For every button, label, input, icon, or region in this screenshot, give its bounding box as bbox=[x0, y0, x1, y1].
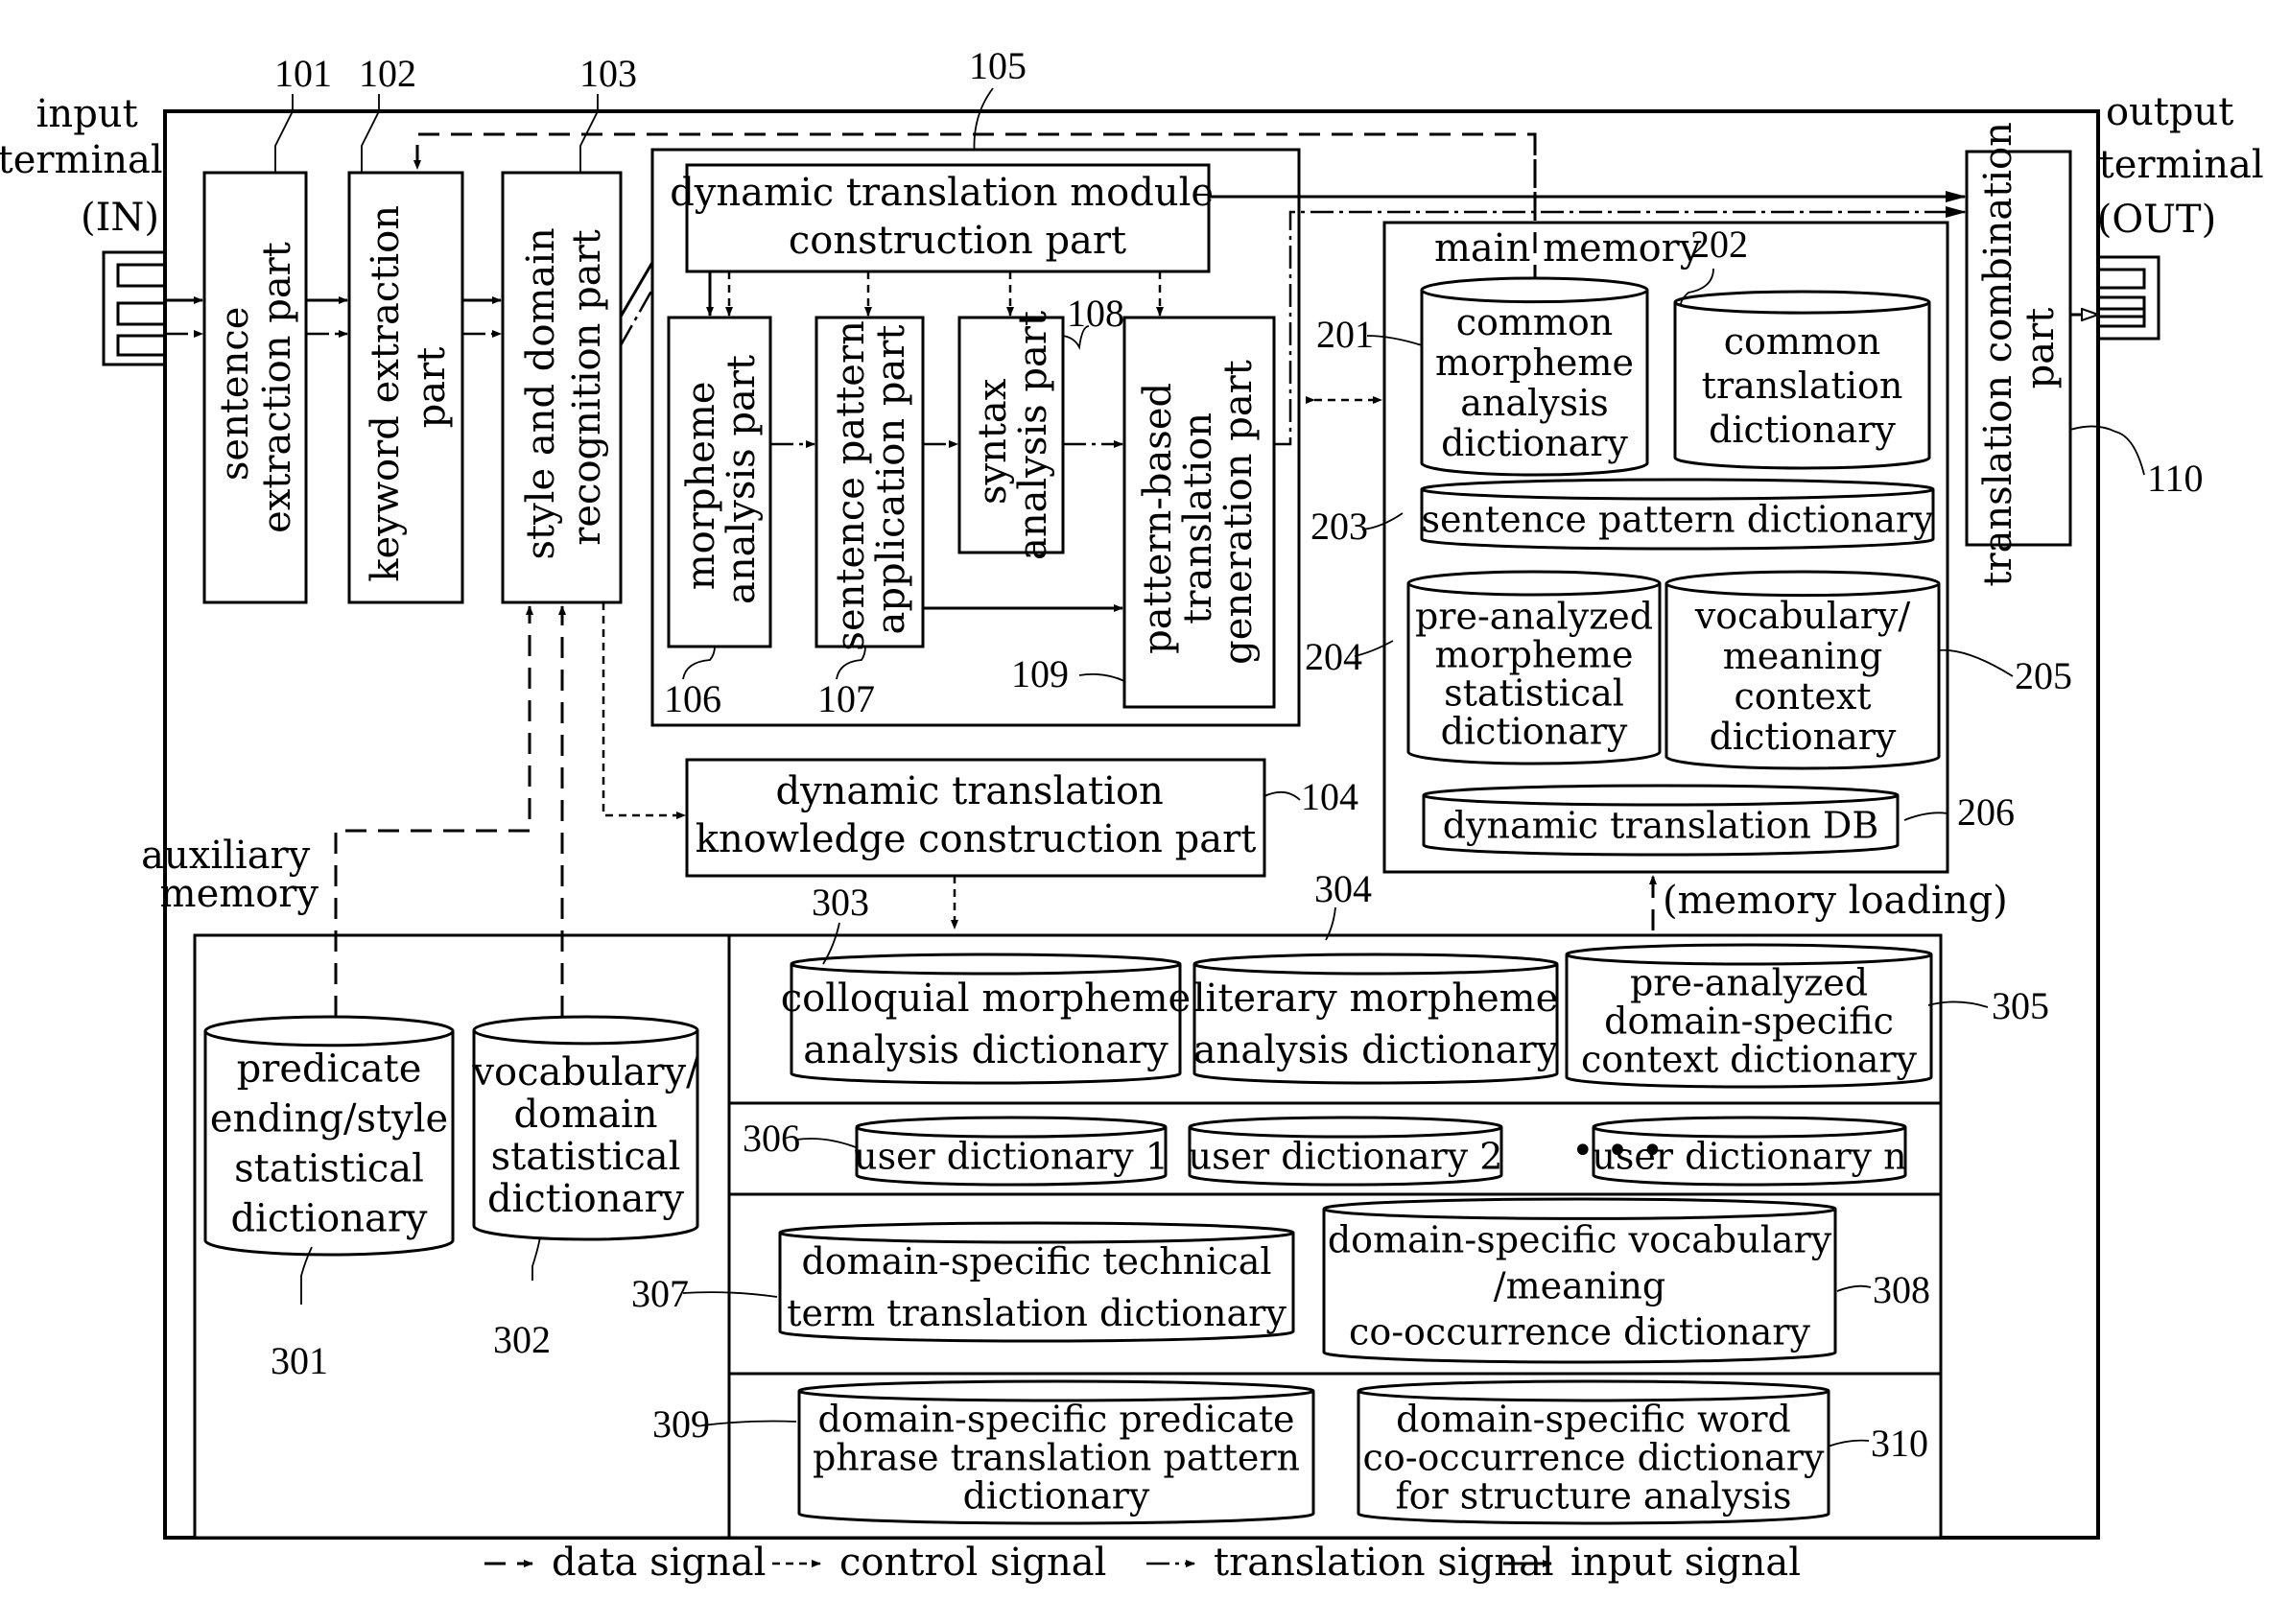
ref-202: 202 bbox=[1690, 223, 1748, 266]
svg-text:morpheme analysis part: morpheme analysis part bbox=[679, 355, 764, 604]
legend-label: control signal bbox=[839, 1541, 1106, 1585]
legend-label: translation signal bbox=[1214, 1541, 1554, 1585]
predicate-ending-style-statistical-dictionary: predicate ending/style statistical dictiona… bbox=[203, 1015, 455, 1257]
ref-302: 302 bbox=[493, 1318, 551, 1361]
ref-203: 203 bbox=[1310, 505, 1368, 548]
ref-105: 105 bbox=[969, 44, 1027, 87]
morpheme-analysis-part: morpheme analysis part bbox=[667, 316, 772, 648]
domain-specific-technical-term-translation-dictionary: domain-specific technical term translatio… bbox=[778, 1221, 1295, 1343]
pre-analyzed-domain-specific-context-dictionary: pre-analyzed domain-specific context dicti… bbox=[1565, 943, 1933, 1089]
sentence-pattern-dictionary-label: sentence pattern dictionary bbox=[1421, 498, 1934, 540]
ref-303: 303 bbox=[812, 881, 869, 924]
memory-loading-label: (memory loading) bbox=[1663, 879, 2008, 923]
ref-309: 309 bbox=[652, 1402, 710, 1446]
domain-specific-word-cooccurrence-dictionary-structure-analysis: domain-specific word co-occurrence dictio… bbox=[1357, 1379, 1830, 1525]
syntax-analysis-part: syntax analysis part bbox=[957, 311, 1065, 560]
common-morpheme-analysis-dictionary-label: common morpheme analysis dictionary bbox=[1435, 301, 1634, 464]
user-dictionary-1-label: user dictionary 1 bbox=[854, 1135, 1169, 1177]
translation-system-block-diagram: input terminal (IN) output terminal (OUT… bbox=[0, 44, 2277, 1585]
input-terminal-label: input terminal (IN) bbox=[0, 92, 175, 240]
vocabulary-domain-statistical-dictionary: vocabulary/domain statistical dictionary bbox=[471, 1015, 699, 1241]
ref-106: 106 bbox=[664, 677, 721, 720]
domain-specific-vocabulary-meaning-cooccurrence-dictionary: domain-specific vocabulary/meaning co-occ… bbox=[1322, 1197, 1837, 1364]
ref-108: 108 bbox=[1067, 292, 1124, 335]
translation-combination-part: translation combination part bbox=[1965, 122, 2072, 587]
dynamic-translation-module-construction-part: dynamic translation module construction … bbox=[670, 163, 1214, 273]
vocabulary-meaning-context-dictionary-label: vocabulary/meaning context dictionary bbox=[1694, 595, 1911, 758]
common-translation-dictionary-label: common translation dictionary bbox=[1702, 320, 1903, 451]
user-dictionary-2-label: user dictionary 2 bbox=[1189, 1135, 1503, 1177]
ref-101: 101 bbox=[274, 52, 332, 95]
ref-205: 205 bbox=[2015, 654, 2072, 697]
vocabulary-meaning-context-dictionary: vocabulary/meaning context dictionary bbox=[1664, 570, 1941, 770]
legend-label: input signal bbox=[1570, 1541, 1801, 1585]
common-morpheme-analysis-dictionary: common morpheme analysis dictionary bbox=[1420, 276, 1649, 477]
sentence-pattern-dictionary: sentence pattern dictionary bbox=[1420, 478, 1935, 551]
input-terminal: input terminal (IN) bbox=[0, 92, 175, 366]
auxiliary-memory-title: auxiliary memory bbox=[141, 834, 322, 916]
vocabulary-domain-statistical-dictionary-label: vocabulary/domain statistical dictionary bbox=[471, 1050, 699, 1221]
pre-analyzed-morpheme-statistical-dictionary-label: pre-analyzed morpheme statistical dictionar… bbox=[1415, 595, 1653, 752]
pattern-based-translation-generation-part: pattern-based translation generation par… bbox=[1122, 316, 1276, 709]
style-domain-recognition-part: style and domain recognition part bbox=[501, 171, 623, 604]
pre-analyzed-morpheme-statistical-dictionary: pre-analyzed morpheme statistical dictionar… bbox=[1406, 570, 1662, 765]
legend-item-control-signal: control signal bbox=[772, 1541, 1106, 1585]
ref-301: 301 bbox=[271, 1339, 328, 1382]
user-dictionary-2: user dictionary 2 bbox=[1188, 1116, 1503, 1187]
svg-text:sentence pattern applica: sentence pattern application part bbox=[829, 308, 913, 650]
ref-306: 306 bbox=[743, 1117, 800, 1160]
domain-specific-word-cooccurrence-dictionary-structure-analysis-label: domain-specific word co-occurrence dictio… bbox=[1363, 1398, 1825, 1517]
colloquial-morpheme-analysis-dictionary: colloquial morpheme analysis dictionary bbox=[781, 953, 1191, 1085]
dynamic-translation-knowledge-construction-part: dynamic translation knowledge constructi… bbox=[685, 758, 1266, 878]
ref-204: 204 bbox=[1305, 635, 1362, 678]
user-dictionary-1: user dictionary 1 bbox=[854, 1116, 1169, 1187]
common-translation-dictionary: common translation dictionary bbox=[1673, 290, 1931, 470]
dynamic-translation-db: dynamic translation DB bbox=[1422, 784, 1900, 857]
ref-310: 310 bbox=[1871, 1422, 1928, 1465]
ref-201: 201 bbox=[1316, 313, 1374, 356]
legend-label: data signal bbox=[552, 1541, 766, 1585]
ref-304: 304 bbox=[1314, 867, 1372, 910]
ref-104: 104 bbox=[1301, 775, 1358, 818]
ref-109: 109 bbox=[1011, 652, 1069, 695]
keyword-extraction-part: keyword extraction part bbox=[347, 171, 464, 604]
pre-analyzed-domain-specific-context-dictionary-label: pre-analyzed domain-specific context dicti… bbox=[1581, 961, 1918, 1080]
ref-107: 107 bbox=[817, 677, 875, 720]
legend: data signal control signal translation sig… bbox=[484, 1541, 1801, 1585]
main-memory-title: main memory bbox=[1434, 226, 1702, 271]
domain-specific-predicate-phrase-translation-pattern-dictionary: domain-specific predicate phrase translat… bbox=[797, 1379, 1315, 1525]
ref-102: 102 bbox=[359, 52, 416, 95]
legend-item-translation-signal: translation signal bbox=[1146, 1541, 1554, 1585]
ref-206: 206 bbox=[1957, 790, 2015, 834]
ref-103: 103 bbox=[579, 52, 637, 95]
ellipsis: • • • bbox=[1571, 1129, 1664, 1173]
input-connector-icon bbox=[102, 250, 165, 366]
output-terminal: output terminal (OUT) bbox=[2097, 90, 2277, 341]
legend-item-data-signal: data signal bbox=[484, 1541, 766, 1585]
sentence-extraction-part: sentence extraction part bbox=[202, 171, 308, 604]
ref-305: 305 bbox=[1992, 984, 2049, 1027]
literary-morpheme-analysis-dictionary: literary morpheme analysis dictionary bbox=[1192, 953, 1559, 1085]
ref-307: 307 bbox=[631, 1272, 689, 1315]
dynamic-translation-db-label: dynamic translation DB bbox=[1443, 804, 1879, 846]
svg-text:pattern-based translatio: pattern-based translation generation par… bbox=[1136, 360, 1261, 665]
sentence-pattern-application-part: sentence pattern application part bbox=[814, 308, 925, 651]
ref-308: 308 bbox=[1873, 1268, 1930, 1311]
ref-110: 110 bbox=[2147, 457, 2204, 500]
output-terminal-label: output terminal (OUT) bbox=[2097, 90, 2277, 242]
